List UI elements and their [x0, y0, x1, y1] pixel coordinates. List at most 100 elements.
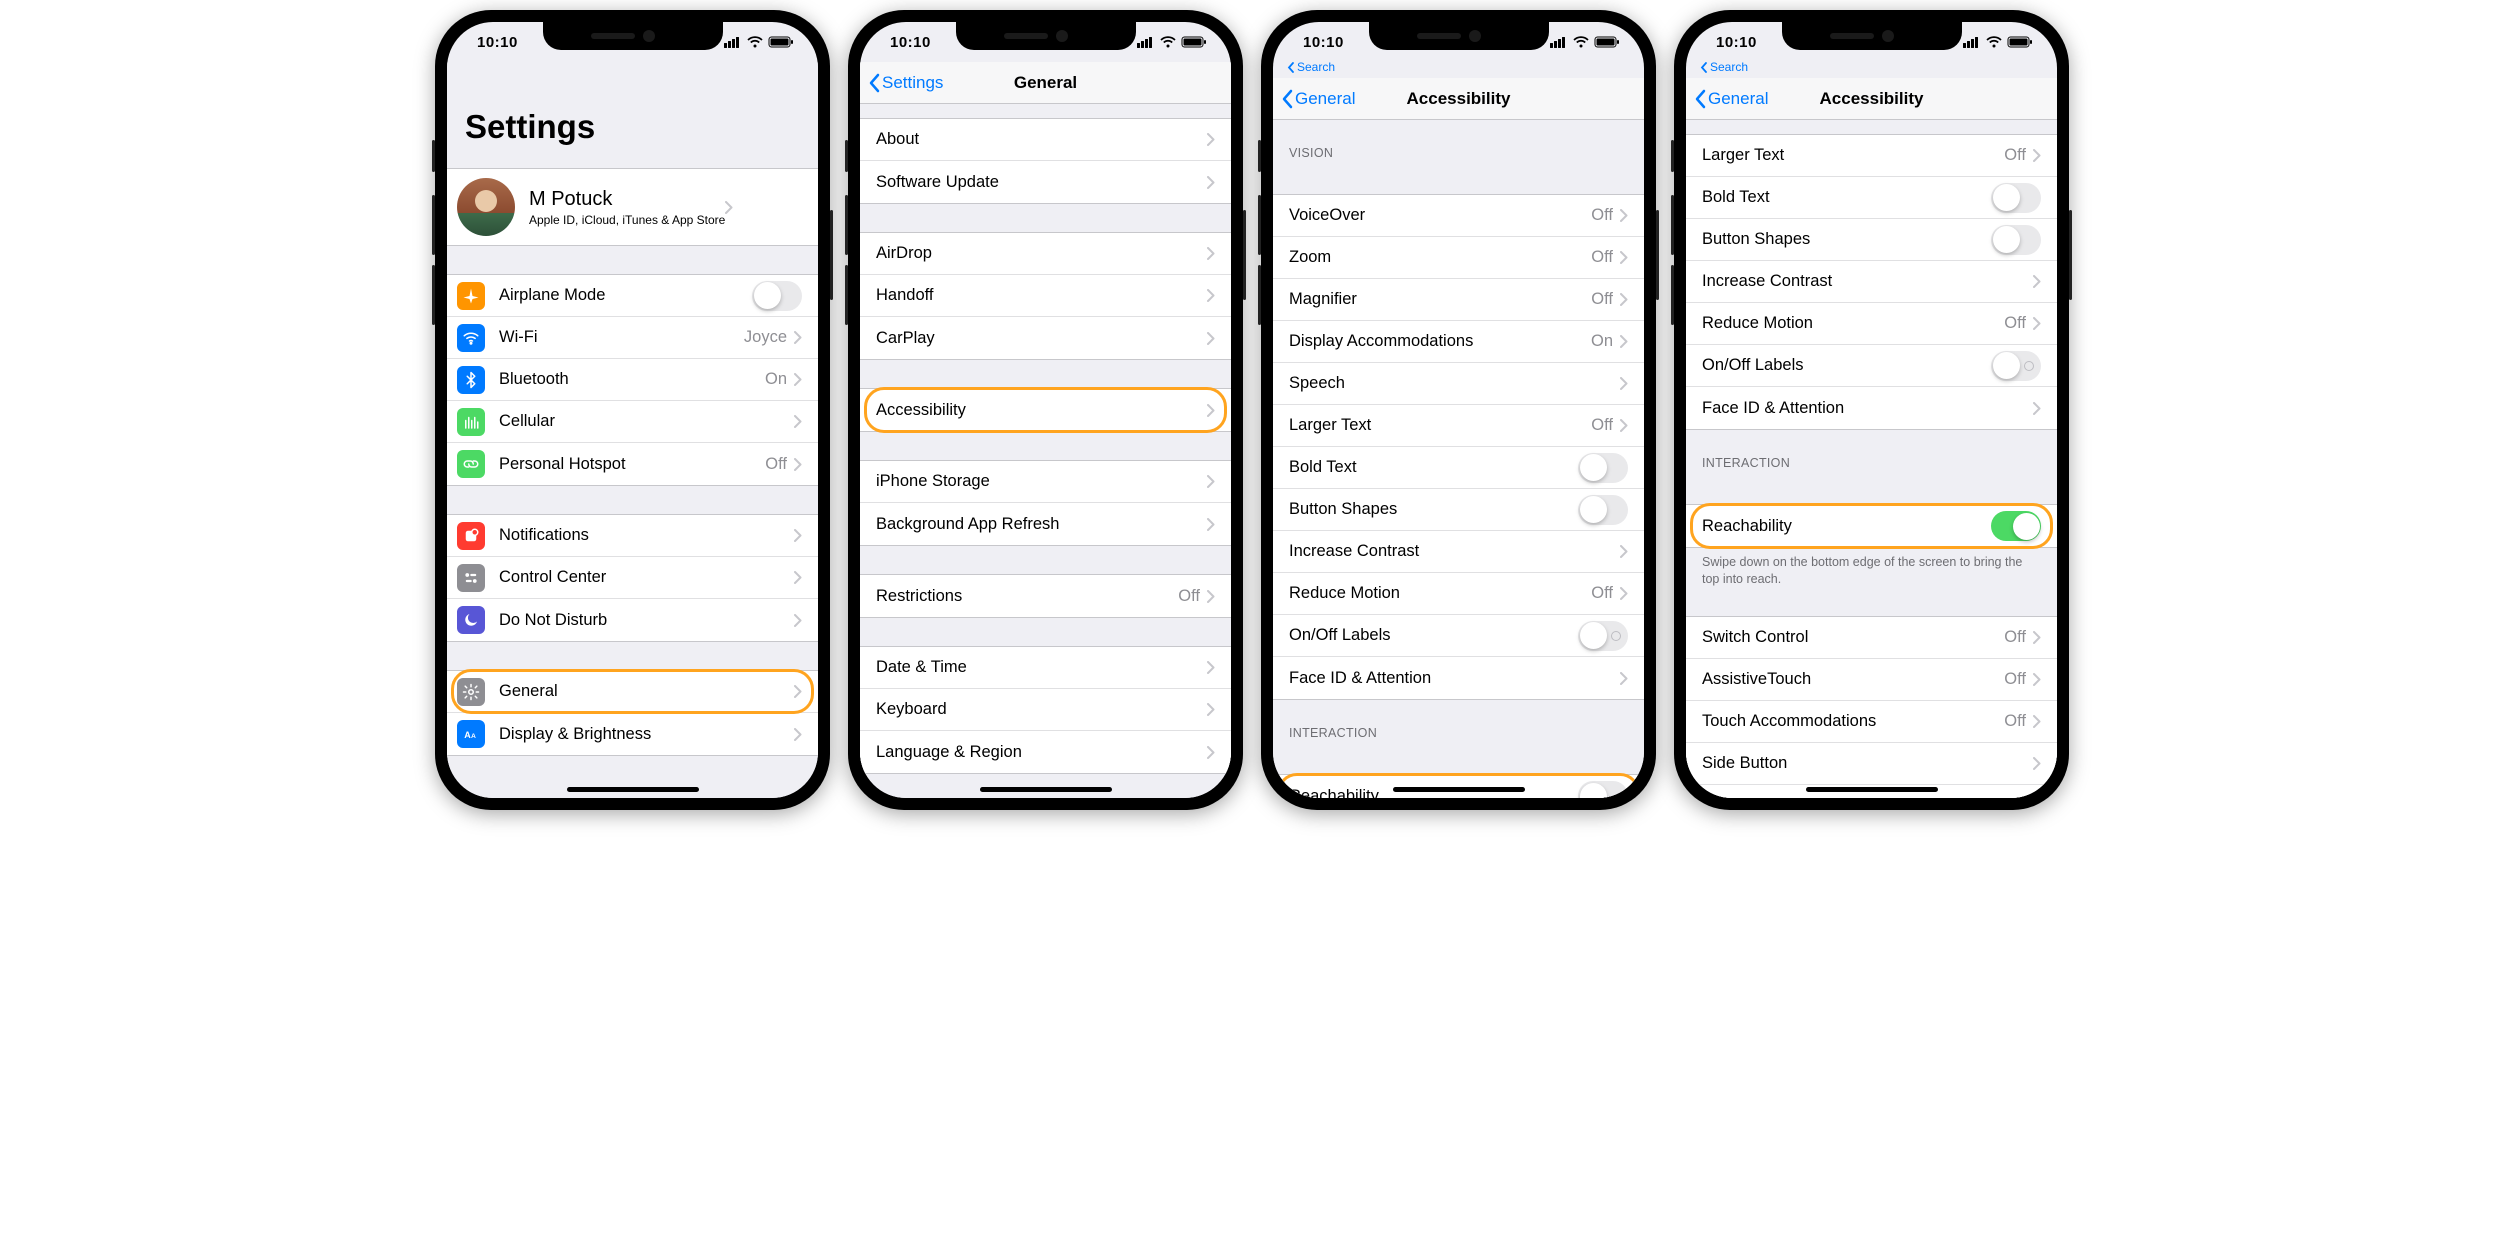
- chevron-right-icon: [2033, 757, 2041, 770]
- row-about[interactable]: About: [860, 119, 1231, 161]
- row-larger-text[interactable]: Larger TextOff: [1273, 405, 1644, 447]
- reachability-toggle[interactable]: [1991, 511, 2041, 541]
- row-zoom[interactable]: ZoomOff: [1273, 237, 1644, 279]
- row-magnifier[interactable]: MagnifierOff: [1273, 279, 1644, 321]
- back-button[interactable]: General: [1281, 89, 1355, 109]
- chevron-right-icon: [1207, 518, 1215, 531]
- row-iphone-storage[interactable]: iPhone Storage: [860, 461, 1231, 503]
- row-wifi[interactable]: Wi-FiJoyce: [447, 317, 818, 359]
- row-value: Off: [2004, 628, 2026, 647]
- row-label: On/Off Labels: [1289, 626, 1578, 645]
- content[interactable]: Settings General AboutSoftware UpdateAir…: [860, 62, 1231, 798]
- row-label: Touch Accommodations: [1702, 712, 2004, 731]
- chevron-right-icon: [1207, 590, 1215, 603]
- row-side-button[interactable]: Side Button: [1686, 743, 2057, 785]
- row-touch-accom[interactable]: Touch AccommodationsOff: [1686, 701, 2057, 743]
- notch: [1369, 22, 1549, 50]
- home-indicator[interactable]: [980, 787, 1112, 792]
- back-button[interactable]: Settings: [868, 73, 943, 93]
- reachability-toggle[interactable]: [1578, 781, 1628, 798]
- row-faceid-attention[interactable]: Face ID & Attention: [1273, 657, 1644, 699]
- row-increase-contrast[interactable]: Increase Contrast: [1273, 531, 1644, 573]
- row-increase-contrast[interactable]: Increase Contrast: [1686, 261, 2057, 303]
- row-display[interactable]: AADisplay & Brightness: [447, 713, 818, 755]
- group-header: INTERACTION: [1686, 456, 2057, 476]
- row-reachability[interactable]: Reachability: [1686, 505, 2057, 547]
- row-label: CarPlay: [876, 329, 1207, 348]
- link-icon: [457, 450, 485, 478]
- row-accessibility[interactable]: Accessibility: [860, 389, 1231, 431]
- row-label: Control Center: [499, 568, 794, 587]
- row-restrictions[interactable]: RestrictionsOff: [860, 575, 1231, 617]
- row-value: Off: [1591, 290, 1613, 309]
- row-lang-region[interactable]: Language & Region: [860, 731, 1231, 773]
- row-bg-refresh[interactable]: Background App Refresh: [860, 503, 1231, 545]
- row-voiceover[interactable]: VoiceOverOff: [1273, 195, 1644, 237]
- settings-group: AirDropHandoff CarPlay: [860, 232, 1231, 360]
- bold-text-toggle[interactable]: [1578, 453, 1628, 483]
- row-display-accom[interactable]: Display AccommodationsOn: [1273, 321, 1644, 363]
- row-hotspot[interactable]: Personal HotspotOff: [447, 443, 818, 485]
- home-indicator[interactable]: [567, 787, 699, 792]
- row-label: VoiceOver: [1289, 206, 1591, 225]
- row-date-time[interactable]: Date & Time: [860, 647, 1231, 689]
- chevron-right-icon: [1207, 133, 1215, 146]
- row-bluetooth[interactable]: BluetoothOn: [447, 359, 818, 401]
- chevron-right-icon: [1620, 672, 1628, 685]
- bold-text-toggle[interactable]: [1991, 183, 2041, 213]
- chevron-right-icon: [1207, 247, 1215, 260]
- row-value: Off: [2004, 314, 2026, 333]
- row-reduce-motion[interactable]: Reduce MotionOff: [1686, 303, 2057, 345]
- row-keyboard[interactable]: Keyboard: [860, 689, 1231, 731]
- row-reduce-motion[interactable]: Reduce MotionOff: [1273, 573, 1644, 615]
- search-back[interactable]: Search: [1700, 60, 1748, 74]
- row-bold-text[interactable]: Bold Text: [1273, 447, 1644, 489]
- row-label: About: [876, 130, 1207, 149]
- chevron-right-icon: [2033, 715, 2041, 728]
- row-onoff-labels[interactable]: On/Off Labels: [1686, 345, 2057, 387]
- airplane-toggle[interactable]: [752, 281, 802, 311]
- button-shapes-toggle[interactable]: [1578, 495, 1628, 525]
- row-value: Off: [1591, 584, 1613, 603]
- nav-bar: General Accessibility: [1273, 78, 1644, 120]
- row-assistivetouch[interactable]: AssistiveTouchOff: [1686, 659, 2057, 701]
- notif-icon: [457, 522, 485, 550]
- chevron-right-icon: [1620, 377, 1628, 390]
- row-general[interactable]: General: [447, 671, 818, 713]
- row-onoff-labels[interactable]: On/Off Labels: [1273, 615, 1644, 657]
- row-carplay[interactable]: CarPlay: [860, 317, 1231, 359]
- row-control-center[interactable]: Control Center: [447, 557, 818, 599]
- home-indicator[interactable]: [1393, 787, 1525, 792]
- row-dnd[interactable]: Do Not Disturb: [447, 599, 818, 641]
- row-airplane[interactable]: Airplane Mode: [447, 275, 818, 317]
- row-software-update[interactable]: Software Update: [860, 161, 1231, 203]
- settings-group: VoiceOverOffZoomOffMagnifierOffDisplay A…: [1273, 194, 1644, 700]
- row-button-shapes[interactable]: Button Shapes: [1686, 219, 2057, 261]
- button-shapes-toggle[interactable]: [1991, 225, 2041, 255]
- row-cellular[interactable]: Cellular: [447, 401, 818, 443]
- onoff-labels-toggle[interactable]: [1578, 621, 1628, 651]
- row-larger-text[interactable]: Larger TextOff: [1686, 135, 2057, 177]
- content[interactable]: General Accessibility VISIONVoiceOverOff…: [1273, 78, 1644, 798]
- profile-row[interactable]: M Potuck Apple ID, iCloud, iTunes & App …: [447, 169, 818, 245]
- home-indicator[interactable]: [1806, 787, 1938, 792]
- row-notifications[interactable]: Notifications: [447, 515, 818, 557]
- onoff-labels-toggle[interactable]: [1991, 351, 2041, 381]
- chevron-right-icon: [2033, 149, 2041, 162]
- row-faceid-attention[interactable]: Face ID & Attention: [1686, 387, 2057, 429]
- content[interactable]: Settings M Potuck Apple ID, iCloud, iTun…: [447, 62, 818, 798]
- row-label: Bluetooth: [499, 370, 765, 389]
- row-switch-control[interactable]: Switch ControlOff: [1686, 617, 2057, 659]
- back-button[interactable]: General: [1694, 89, 1768, 109]
- row-handoff[interactable]: Handoff: [860, 275, 1231, 317]
- row-button-shapes[interactable]: Button Shapes: [1273, 489, 1644, 531]
- search-back[interactable]: Search: [1287, 60, 1335, 74]
- settings-group: Date & TimeKeyboardLanguage & Region: [860, 646, 1231, 774]
- row-airdrop[interactable]: AirDrop: [860, 233, 1231, 275]
- content[interactable]: General Accessibility Larger TextOffBold…: [1686, 78, 2057, 798]
- row-label: Software Update: [876, 173, 1207, 192]
- row-label: Restrictions: [876, 587, 1178, 606]
- row-speech[interactable]: Speech: [1273, 363, 1644, 405]
- row-bold-text[interactable]: Bold Text: [1686, 177, 2057, 219]
- row-value: Off: [2004, 146, 2026, 165]
